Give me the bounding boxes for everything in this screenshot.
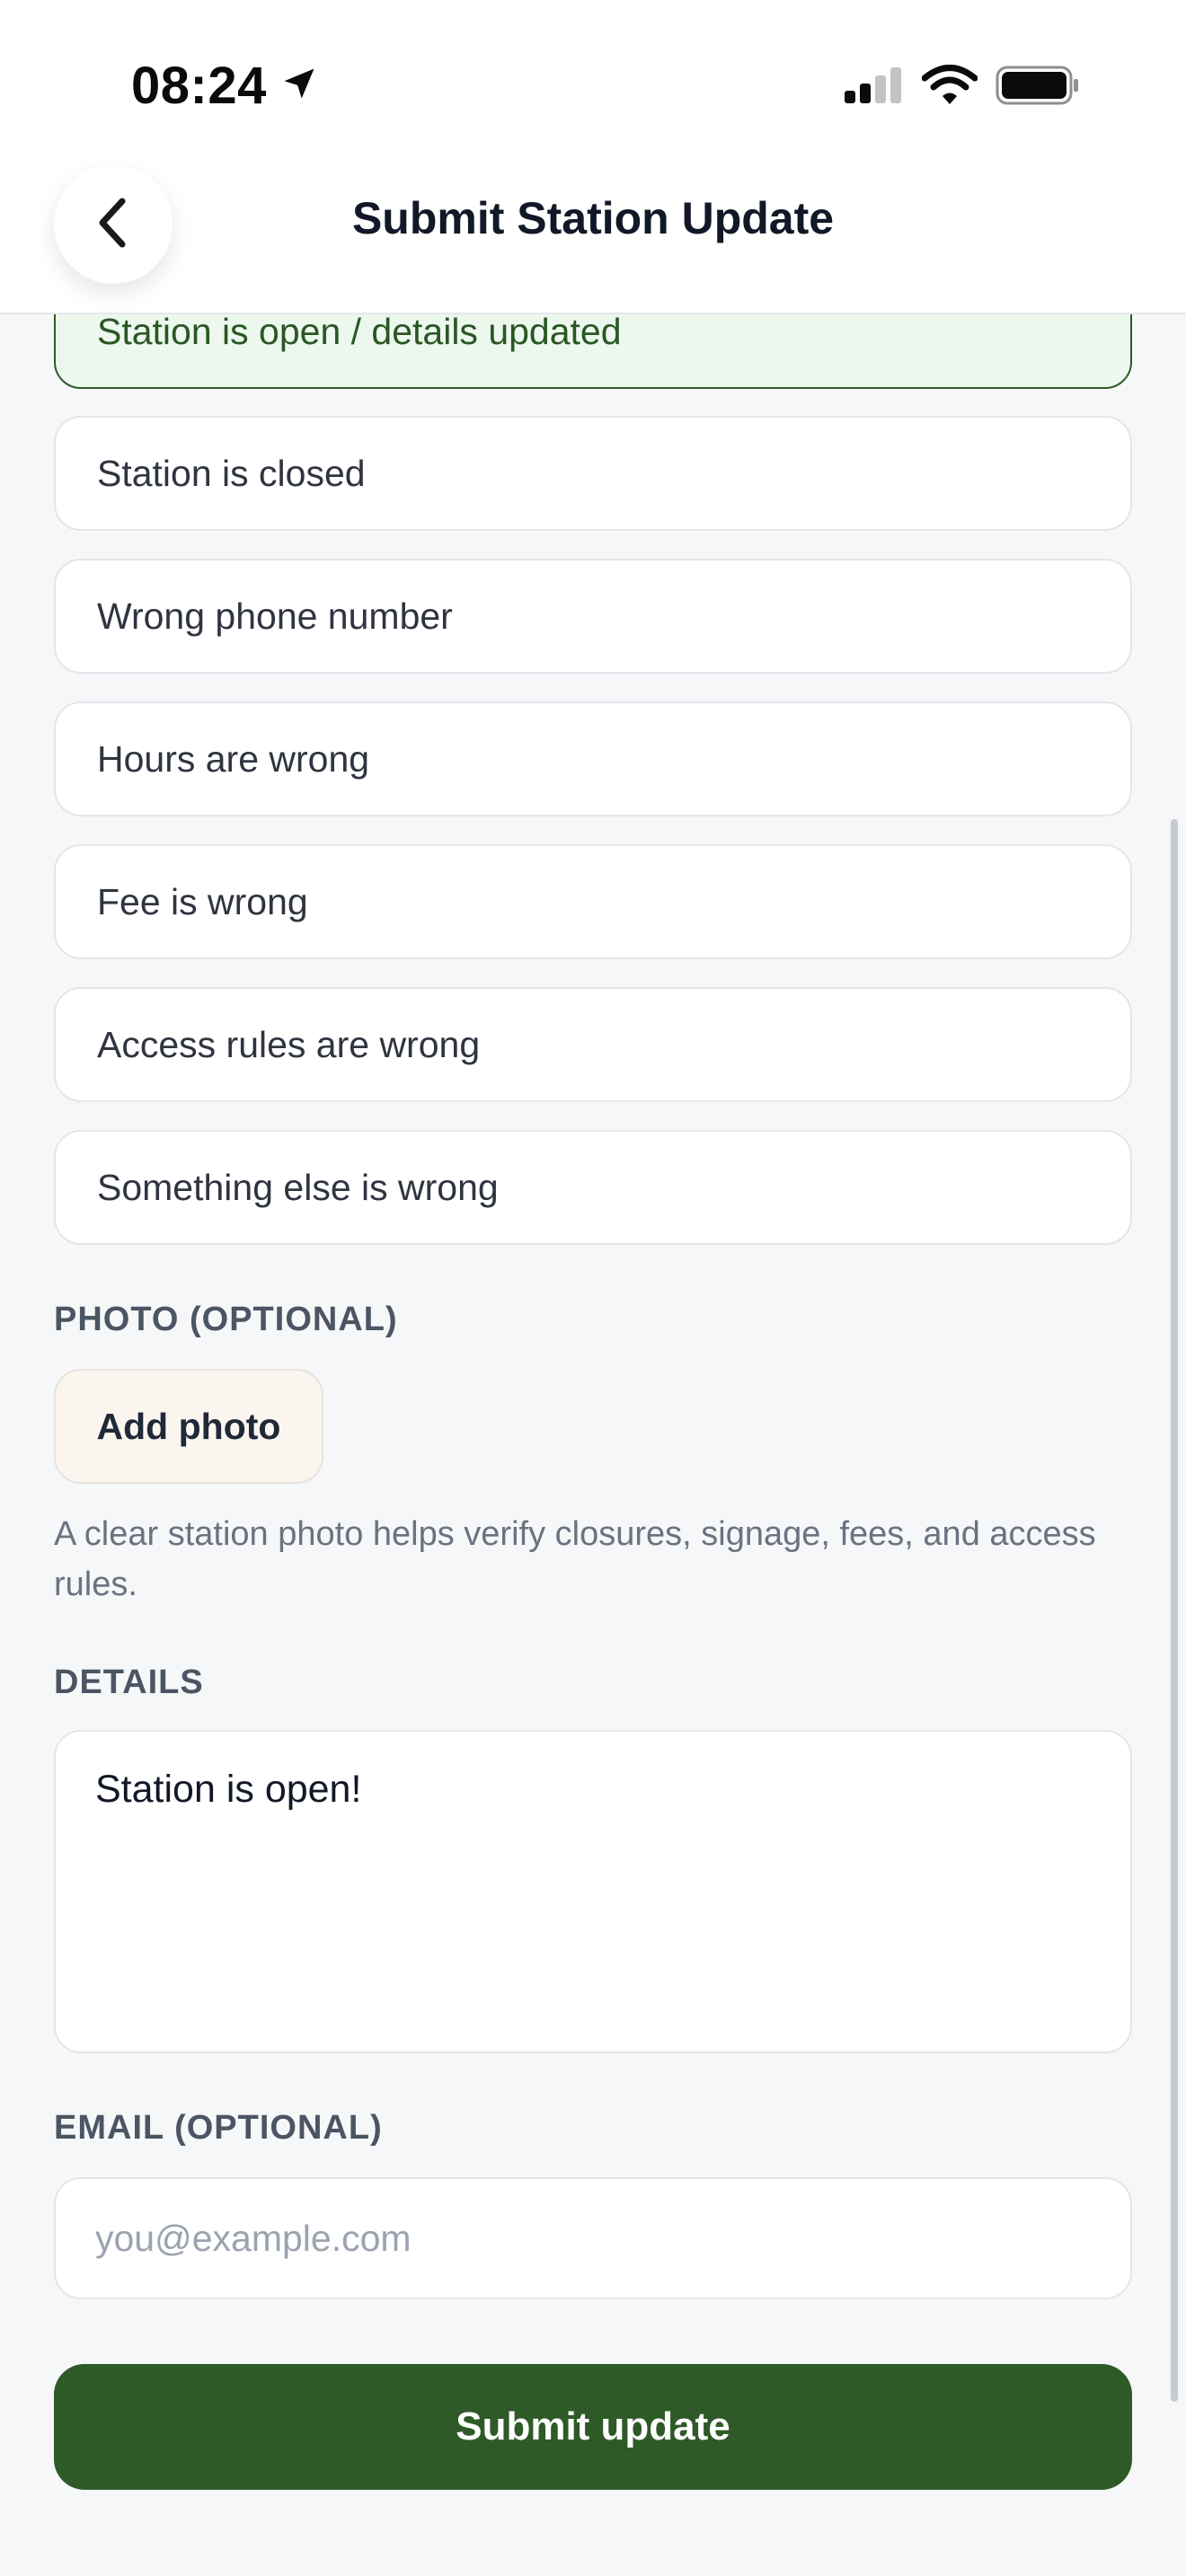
scrollbar[interactable] <box>1171 819 1178 2402</box>
option-hours-wrong[interactable]: Hours are wrong <box>54 701 1132 816</box>
option-something-else[interactable]: Something else is wrong <box>54 1130 1132 1245</box>
battery-icon <box>996 65 1080 110</box>
option-label: Something else is wrong <box>97 1166 499 1208</box>
email-placeholder: you@example.com <box>95 2217 412 2259</box>
details-text: Station is open! <box>95 1768 362 1811</box>
option-label: Station is open / details updated <box>97 310 622 352</box>
cellular-signal-icon <box>843 66 904 110</box>
time-text: 08:24 <box>131 56 267 115</box>
option-label: Station is closed <box>97 452 366 494</box>
photo-helper-text: A clear station photo helps verify closu… <box>54 1515 1096 1603</box>
option-fee-wrong[interactable]: Fee is wrong <box>54 844 1132 959</box>
location-arrow-icon <box>279 56 319 116</box>
option-label: Access rules are wrong <box>97 1023 481 1065</box>
add-photo-label: Add photo <box>96 1405 281 1447</box>
email-section-label: EMAIL (OPTIONAL) <box>54 2109 383 2147</box>
option-station-closed[interactable]: Station is closed <box>54 416 1132 531</box>
details-textarea[interactable]: Station is open! <box>54 1730 1132 2053</box>
wifi-icon <box>921 64 978 110</box>
top-bar: 08:24 Submit Station Update <box>0 0 1186 314</box>
photo-section-label: PHOTO (OPTIONAL) <box>54 1301 398 1338</box>
submit-update-button[interactable]: Submit update <box>54 2364 1132 2490</box>
submit-button-label: Submit update <box>456 2404 730 2448</box>
page-title: Submit Station Update <box>351 193 835 243</box>
add-photo-button[interactable]: Add photo <box>54 1369 323 1484</box>
option-label: Wrong phone number <box>97 595 453 637</box>
form-content: Station is open / details updated Statio… <box>0 0 1186 2576</box>
option-access-rules-wrong[interactable]: Access rules are wrong <box>54 987 1132 1102</box>
details-section-label: DETAILS <box>54 1663 204 1701</box>
option-label: Hours are wrong <box>97 737 370 780</box>
option-label: Fee is wrong <box>97 880 308 922</box>
email-field[interactable]: you@example.com <box>54 2177 1132 2299</box>
status-icons <box>843 63 1080 111</box>
option-wrong-phone[interactable]: Wrong phone number <box>54 559 1132 674</box>
status-time: 08:24 <box>131 54 319 117</box>
